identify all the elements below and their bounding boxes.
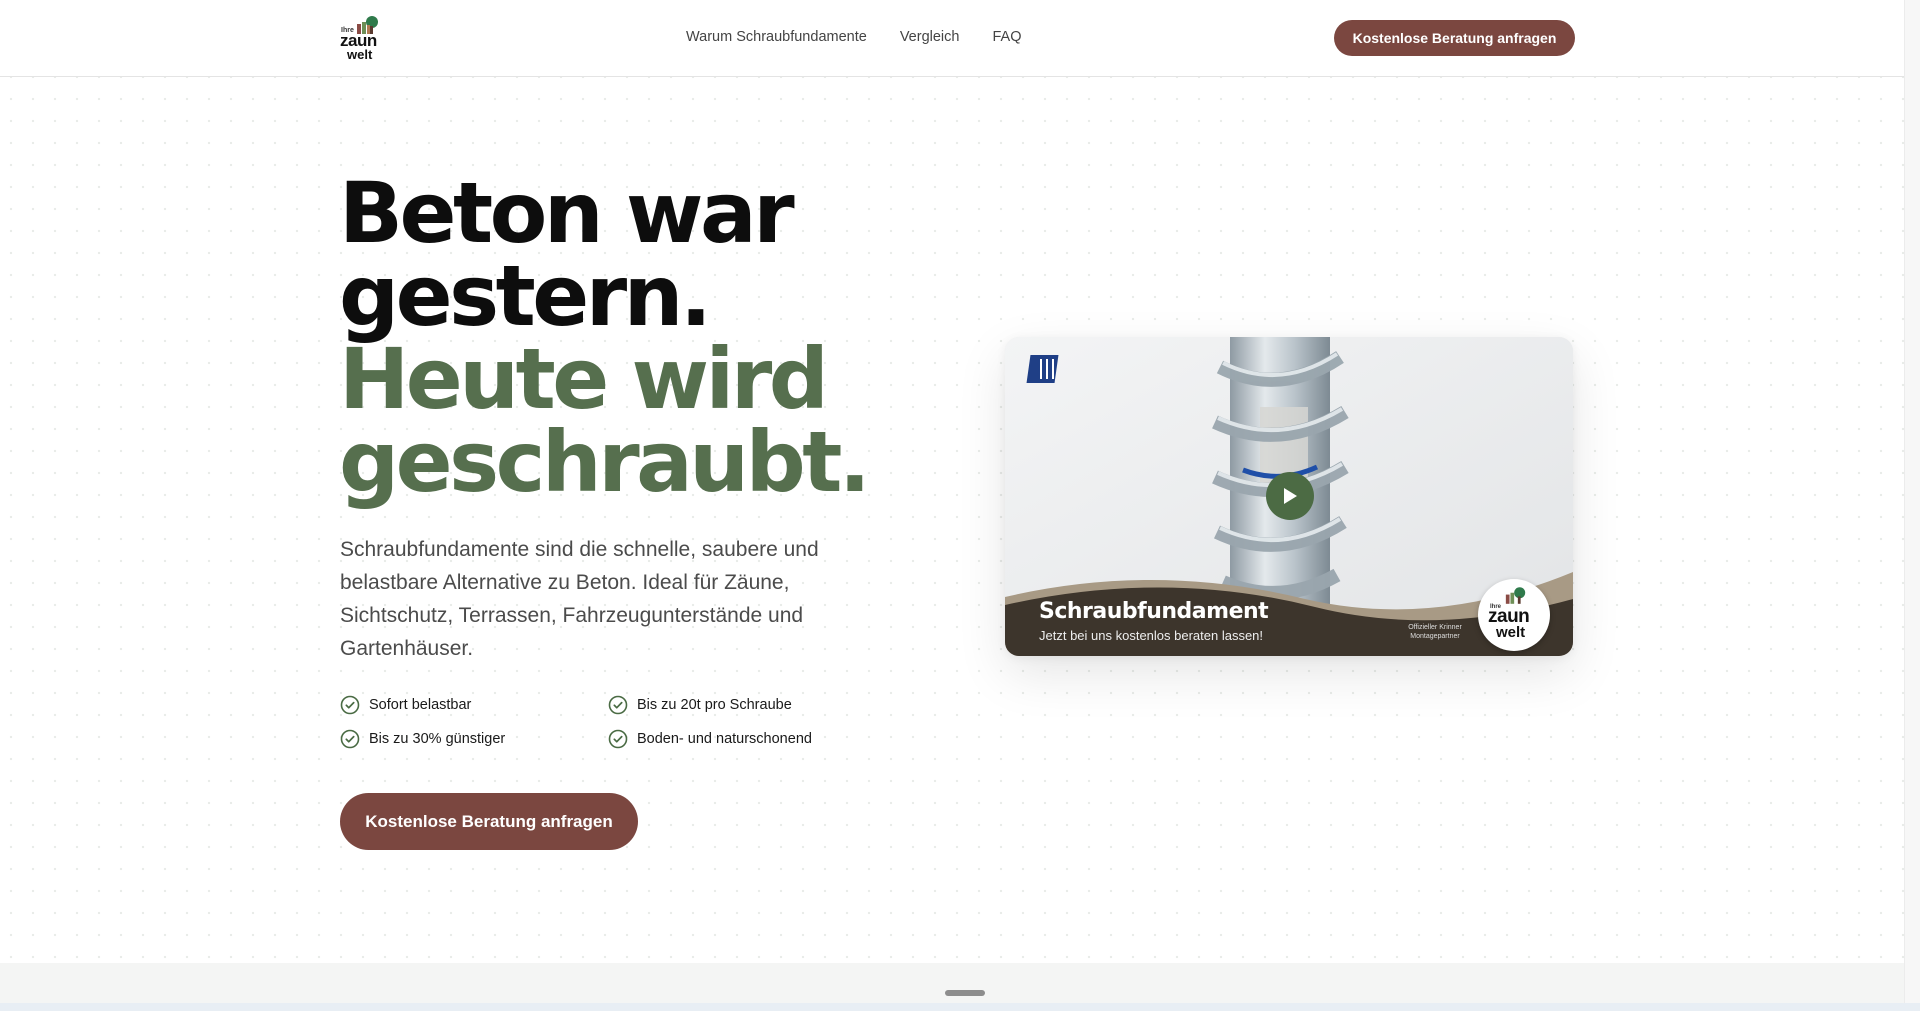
headline-line-1: Beton war bbox=[339, 164, 795, 262]
partner-line-2: Montagepartner bbox=[1410, 633, 1460, 640]
feature-item: Sofort belastbar bbox=[340, 694, 608, 715]
headline-line-2: gestern. bbox=[339, 247, 712, 345]
drag-handle[interactable] bbox=[945, 990, 985, 996]
play-button[interactable] bbox=[1266, 472, 1314, 520]
check-circle-icon bbox=[608, 729, 628, 748]
scrollbar[interactable] bbox=[1904, 0, 1920, 1003]
nav-link-warum[interactable]: Warum Schraubfundamente bbox=[686, 29, 867, 45]
site-header: Ihre zaun welt Warum Schraubfundamente V… bbox=[0, 0, 1904, 77]
video-subtitle: Jetzt bei uns kostenlos beraten lassen! bbox=[1039, 628, 1264, 643]
nav-link-vergleich[interactable]: Vergleich bbox=[900, 29, 960, 45]
headline-line-4: geschraubt. bbox=[339, 413, 871, 511]
check-circle-icon bbox=[340, 695, 360, 714]
headline-line-3: Heute wird bbox=[339, 330, 829, 428]
nav-link-faq[interactable]: FAQ bbox=[992, 29, 1021, 45]
bottom-edge bbox=[0, 1003, 1920, 1011]
feature-item: Bis zu 20t pro Schraube bbox=[608, 694, 868, 715]
play-icon bbox=[1284, 488, 1297, 504]
hero-headline: Beton war gestern. Heute wird geschraubt… bbox=[339, 164, 871, 511]
feature-label: Bis zu 20t pro Schraube bbox=[637, 696, 792, 713]
feature-item: Bis zu 30% günstiger bbox=[340, 728, 608, 749]
logo-line2: welt bbox=[347, 47, 373, 62]
header-consultation-button[interactable]: Kostenlose Beratung anfragen bbox=[1334, 20, 1575, 56]
feature-label: Boden- und naturschonend bbox=[637, 730, 812, 747]
hero-lead-text: Schraubfundamente sind die schnelle, sau… bbox=[340, 538, 819, 660]
partner-note: Offizieller Krinner Montagepartner bbox=[1400, 623, 1470, 641]
check-circle-icon bbox=[340, 729, 360, 748]
check-circle-icon bbox=[608, 695, 628, 714]
page: Ihre zaun welt Warum Schraubfundamente V… bbox=[0, 0, 1920, 1011]
feature-label: Bis zu 30% günstiger bbox=[369, 730, 506, 747]
partner-line-1: Offizieller Krinner bbox=[1408, 624, 1462, 631]
badge-line2: welt bbox=[1496, 624, 1526, 641]
feature-item: Boden- und naturschonend bbox=[608, 728, 868, 749]
feature-list: Sofort belastbar Bis zu 20t pro Schraube… bbox=[340, 694, 860, 749]
badge-fence-icon bbox=[1505, 587, 1526, 604]
next-section-strip bbox=[0, 963, 1904, 1003]
site-logo[interactable]: Ihre zaun welt bbox=[339, 14, 389, 64]
hero-consultation-button[interactable]: Kostenlose Beratung anfragen bbox=[340, 793, 638, 850]
main-nav: Warum Schraubfundamente Vergleich FAQ bbox=[686, 29, 1021, 45]
krinner-logo-icon bbox=[1026, 355, 1059, 383]
video-thumbnail[interactable]: Schraubfundament Jetzt bei uns kostenlos… bbox=[1005, 337, 1573, 656]
feature-label: Sofort belastbar bbox=[369, 696, 472, 713]
video-title: Schraubfundament bbox=[1039, 599, 1269, 624]
zaunwelt-badge: Ihre zaun welt bbox=[1478, 579, 1550, 651]
